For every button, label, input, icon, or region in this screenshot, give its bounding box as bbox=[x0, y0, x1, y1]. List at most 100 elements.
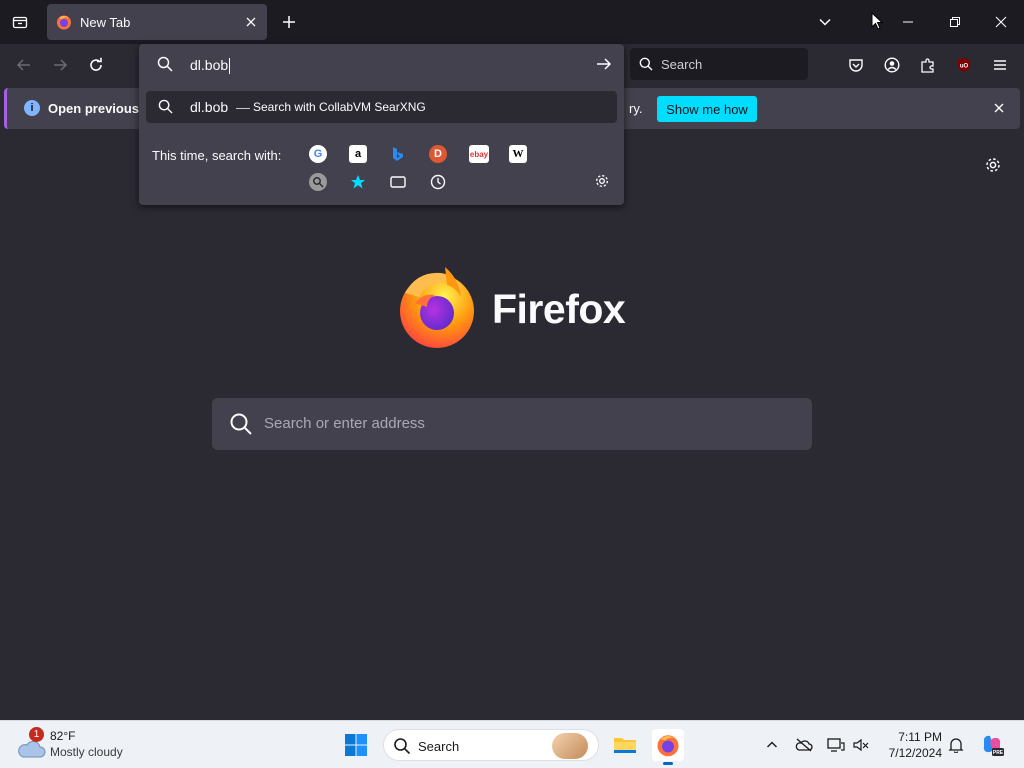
tab-strip: New Tab bbox=[0, 0, 1024, 44]
svg-text:PRE: PRE bbox=[993, 750, 1004, 756]
pocket-icon bbox=[849, 59, 863, 72]
clock-time: 7:11 PM bbox=[898, 730, 942, 744]
clock-icon bbox=[430, 174, 446, 190]
firefox-taskbar-button[interactable] bbox=[652, 729, 684, 765]
urlbar-input[interactable]: dl.bob bbox=[139, 44, 624, 86]
google-engine-icon[interactable]: G bbox=[309, 145, 327, 163]
newtab-search-box[interactable]: Search or enter address bbox=[212, 398, 812, 450]
firefox-icon bbox=[657, 735, 679, 757]
amazon-engine-icon[interactable]: a bbox=[349, 145, 367, 163]
plus-icon bbox=[283, 16, 295, 28]
search-icon bbox=[639, 57, 653, 71]
oneoff-search-label: This time, search with: bbox=[152, 148, 282, 163]
back-button[interactable] bbox=[12, 53, 36, 77]
urlbar-dropdown: dl.bob dl.bob — Search with CollabVM Sea… bbox=[139, 44, 624, 205]
toolbar-search-label: Search bbox=[661, 56, 703, 72]
network-tray-button[interactable] bbox=[826, 735, 846, 755]
search-settings-button[interactable] bbox=[594, 173, 610, 194]
bing-icon bbox=[393, 147, 403, 161]
wikipedia-engine-icon[interactable]: W bbox=[509, 145, 527, 163]
toolbar-search-box[interactable]: Search bbox=[630, 48, 808, 80]
arrow-left-icon bbox=[16, 59, 30, 71]
speaker-muted-icon bbox=[853, 738, 869, 752]
search-icon bbox=[230, 413, 252, 435]
arrow-right-icon bbox=[597, 58, 612, 70]
bing-engine-icon[interactable] bbox=[389, 145, 407, 163]
tab-close-button[interactable] bbox=[243, 14, 259, 30]
bookmarks-search-button[interactable] bbox=[349, 173, 367, 191]
suggestion-engine-text: Search with CollabVM SearXNG bbox=[253, 100, 426, 114]
tab-list-icon bbox=[12, 16, 28, 29]
notification-message-tail: ry. bbox=[629, 101, 643, 116]
ublock-origin-button[interactable]: uO bbox=[952, 53, 976, 77]
searxng-engine-icon[interactable] bbox=[309, 173, 327, 191]
close-icon bbox=[995, 16, 1007, 28]
copilot-button[interactable]: PRE bbox=[980, 733, 1004, 757]
cloud-off-icon bbox=[795, 738, 813, 752]
chevron-down-icon bbox=[819, 18, 831, 26]
gear-icon bbox=[986, 158, 1000, 172]
weather-widget[interactable]: 1 82°F Mostly cloudy bbox=[16, 727, 146, 761]
copilot-icon: PRE bbox=[983, 735, 1004, 756]
personalize-newtab-button[interactable] bbox=[984, 156, 1002, 179]
bell-icon bbox=[948, 738, 964, 753]
suggestion-separator: — bbox=[236, 99, 250, 115]
app-menu-button[interactable] bbox=[988, 53, 1012, 77]
restore-button[interactable] bbox=[943, 10, 967, 34]
clock-date: 7/12/2024 bbox=[888, 746, 942, 760]
restore-icon bbox=[950, 17, 960, 27]
reload-button[interactable] bbox=[84, 53, 108, 77]
puzzle-icon bbox=[921, 58, 934, 73]
search-suggestion-row[interactable]: dl.bob — Search with CollabVM SearXNG bbox=[146, 91, 617, 123]
minimize-button[interactable] bbox=[896, 10, 920, 34]
tab-overflow-button[interactable] bbox=[813, 10, 837, 34]
taskbar-clock[interactable]: 7:11 PM 7/12/2024 bbox=[878, 729, 942, 761]
cursor-icon bbox=[871, 12, 884, 30]
gear-icon bbox=[596, 175, 608, 187]
weather-alert-badge: 1 bbox=[29, 727, 44, 742]
duckduckgo-engine-icon[interactable]: D bbox=[429, 145, 447, 163]
reload-icon bbox=[90, 57, 102, 71]
windows-logo-icon bbox=[345, 734, 367, 756]
magnifier-icon bbox=[313, 177, 324, 188]
search-icon bbox=[158, 99, 173, 114]
info-icon: i bbox=[24, 100, 40, 116]
firefox-wordmark: Firefox bbox=[492, 286, 626, 332]
notification-close-button[interactable] bbox=[990, 99, 1008, 117]
tab-icon bbox=[390, 176, 406, 188]
file-explorer-taskbar-button[interactable] bbox=[609, 729, 641, 761]
tabs-search-button[interactable] bbox=[389, 173, 407, 191]
show-me-how-button[interactable]: Show me how bbox=[657, 96, 757, 122]
notifications-button[interactable] bbox=[946, 735, 966, 755]
go-button[interactable] bbox=[596, 56, 612, 77]
taskbar: 1 82°F Mostly cloudy Search 7:11 PM 7/12… bbox=[0, 720, 1024, 768]
onedrive-tray-button[interactable] bbox=[794, 735, 814, 755]
hamburger-menu-icon bbox=[994, 60, 1006, 70]
pocket-button[interactable] bbox=[844, 53, 868, 77]
taskbar-search-label: Search bbox=[418, 739, 460, 754]
start-button[interactable] bbox=[344, 733, 368, 757]
active-app-indicator bbox=[663, 762, 673, 765]
weather-temperature: 82°F bbox=[50, 729, 76, 743]
history-search-button[interactable] bbox=[429, 173, 447, 191]
suggestion-query: dl.bob bbox=[190, 99, 229, 115]
minimize-icon bbox=[903, 21, 913, 23]
forward-button[interactable] bbox=[48, 53, 72, 77]
taskbar-search-box[interactable]: Search bbox=[383, 729, 599, 761]
tab-new-tab[interactable]: New Tab bbox=[47, 4, 267, 40]
weather-condition: Mostly cloudy bbox=[50, 745, 123, 759]
volume-tray-button[interactable] bbox=[851, 735, 871, 755]
search-highlight-image bbox=[552, 733, 588, 759]
list-all-tabs-button[interactable] bbox=[8, 10, 32, 34]
urlbar-typed-text: dl.bob bbox=[190, 57, 229, 73]
text-caret bbox=[229, 58, 231, 75]
new-tab-button[interactable] bbox=[279, 12, 299, 32]
ublock-origin-icon: uO bbox=[958, 58, 970, 72]
extensions-button[interactable] bbox=[916, 53, 940, 77]
account-icon bbox=[884, 57, 900, 73]
show-hidden-icons-button[interactable] bbox=[762, 735, 782, 755]
close-icon bbox=[994, 103, 1004, 113]
ebay-engine-icon[interactable]: ebay bbox=[469, 145, 489, 163]
account-button[interactable] bbox=[880, 53, 904, 77]
window-close-button[interactable] bbox=[989, 10, 1013, 34]
